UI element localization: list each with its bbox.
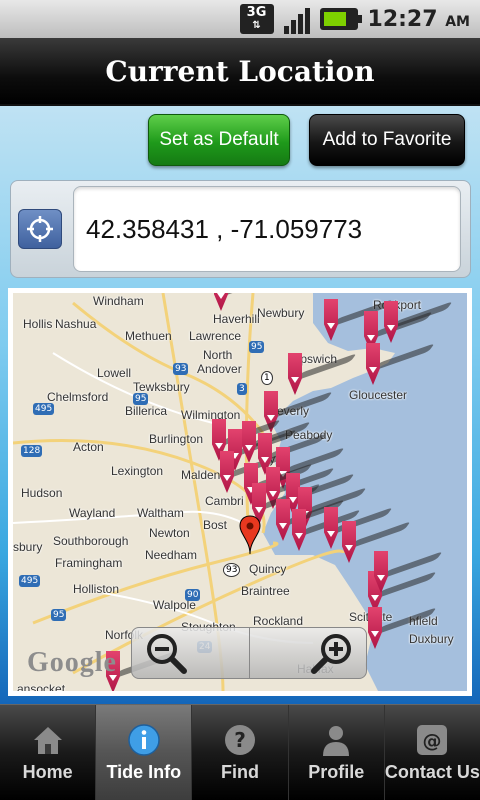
map-view[interactable]: Windham Haverhill Hollis Nashua Newbury Methu… [13,293,467,691]
map-town-label: Burlington [149,432,204,446]
bottom-tab-bar: Home Tide Info ? Find Profile @ Contact … [0,704,480,800]
map-town-label: ansocket [17,682,66,691]
map-town-label: Southborough [53,534,129,548]
page-title: Current Location [105,54,375,88]
map-town-label: sbury [13,540,43,554]
tab-tide-info[interactable]: Tide Info [96,705,193,800]
map-town-label: Lexington [111,464,164,478]
tab-home[interactable]: Home [0,705,97,800]
house-icon [30,722,66,758]
svg-text:?: ? [234,728,246,752]
magnifier-minus-icon [147,634,187,674]
highway-shield: 90 [185,589,201,601]
map-town-label: Billerica [125,404,168,418]
tab-label: Profile [308,762,365,782]
coordinates-panel: 42.358431 , -71.059773 [10,180,471,278]
coordinates-input[interactable]: 42.358431 , -71.059773 [73,186,461,272]
zoom-controls [131,627,367,679]
highway-shield: 495 [19,575,41,587]
map-town-label: Hudson [21,486,63,500]
map-town-label: Holliston [73,582,120,596]
locate-button[interactable] [18,209,62,249]
tab-label: Tide Info [106,762,182,782]
question-icon: ? [222,722,258,758]
person-icon [318,722,354,758]
map-town-label: Waltham [137,506,184,520]
tab-label: Find [221,762,259,782]
map-town-label: Bost [203,518,228,532]
tab-profile[interactable]: Profile [289,705,385,800]
main-content: Set as Default Add to Favorite 42.358431… [0,106,480,704]
highway-shield: 128 [21,445,43,457]
zoom-in-button[interactable] [250,628,367,678]
at-icon: @ [414,722,450,758]
crosshair-icon [27,216,53,242]
current-location-pin[interactable] [239,515,261,555]
add-favorite-button[interactable]: Add to Favorite [309,114,465,166]
map-town-label: Acton [73,440,104,454]
network-3g-icon: 3G ⇅ [239,4,274,34]
highway-shield: 93 [173,363,189,375]
highway-shield: 495 [33,403,55,415]
map-town-label: Duxbury [409,632,454,646]
zoom-out-button[interactable] [132,628,250,678]
map-town-label: Andover [197,362,242,376]
map-town-label: North [203,348,233,362]
highway-shield: 95 [51,609,67,621]
svg-text:@: @ [423,730,442,752]
tab-label: Home [22,762,73,782]
map-town-label: Lawrence [189,329,242,343]
map-town-label: Wilmington [181,408,241,422]
tab-find[interactable]: ? Find [192,705,289,800]
status-bar: 3G ⇅ 12:27 AM [0,0,480,38]
map-town-label: Lowell [97,366,132,380]
info-icon [126,722,162,758]
map-town-label: Haverhill [213,312,260,326]
map-town-label: Quincy [249,562,287,576]
map-town-label: Wayland [69,506,116,520]
map-frame: Windham Haverhill Hollis Nashua Newbury Methu… [8,288,472,696]
set-default-button[interactable]: Set as Default [148,114,290,166]
tab-label: Contact Us [384,762,480,782]
map-town-label: Nashua [55,317,97,331]
signal-strength-icon [283,4,310,34]
battery-icon [319,8,362,30]
map-town-label: Rockland [253,614,304,628]
map-town-label: Chelmsford [47,390,109,404]
map-town-label: Newton [149,526,190,540]
map-town-label: Braintree [241,584,290,598]
map-town-label: Methuen [125,329,172,343]
map-town-label: Gloucester [349,388,408,402]
google-logo: Google [27,647,117,678]
map-town-label: Malden [181,468,221,482]
highway-shield: 95 [249,341,265,353]
highway-shield: 1 [261,371,273,385]
map-town-label: Windham [93,294,144,308]
magnifier-plus-icon [311,634,351,674]
map-town-label: Hollis [23,317,53,331]
highway-shield: 95 [133,393,149,405]
tab-contact-us[interactable]: @ Contact Us [385,705,480,800]
map-town-label: Newbury [257,306,305,320]
status-clock: 12:27 AM [367,6,470,32]
map-town-label: Cambri [205,494,244,508]
map-town-label: Tewksbury [133,380,190,394]
map-town-label: Needham [145,548,198,562]
highway-shield: 3 [237,383,247,395]
map-town-label: Framingham [55,556,123,570]
title-bar: Current Location [0,38,480,106]
